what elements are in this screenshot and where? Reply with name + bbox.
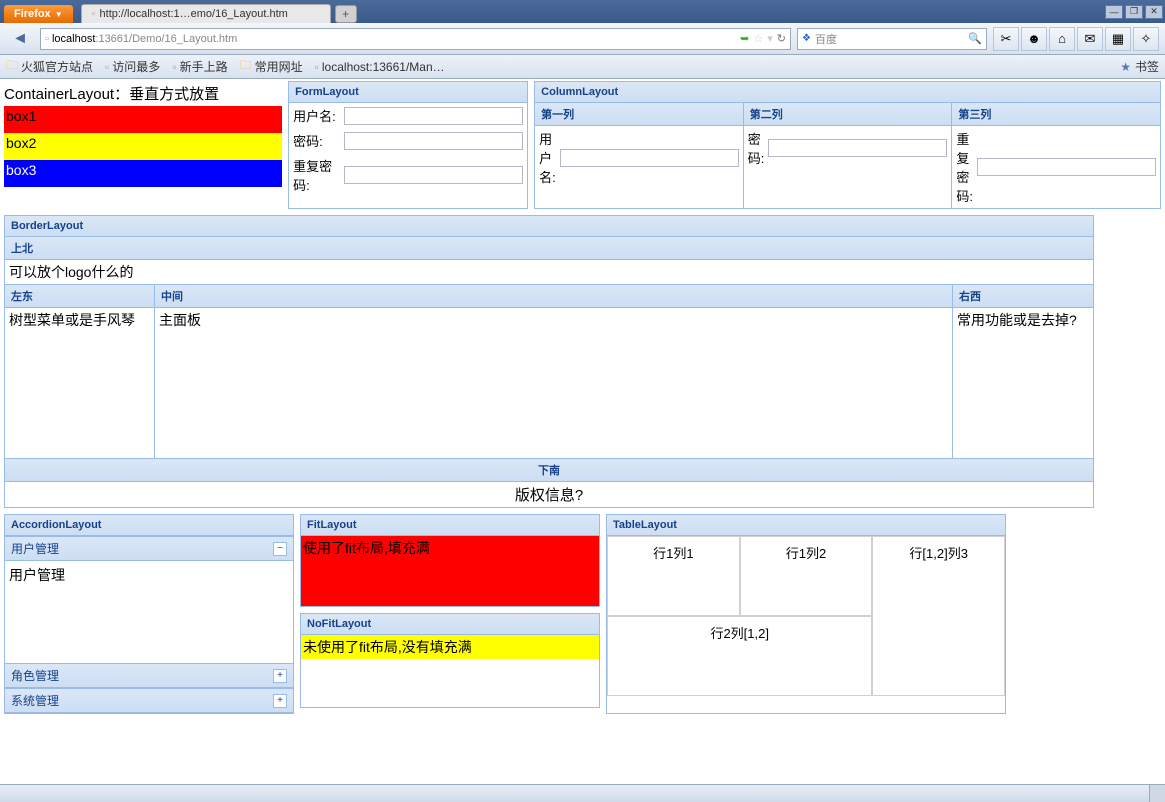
col-repeat-password-input[interactable] (977, 158, 1156, 176)
west-header: 左东 (5, 284, 154, 308)
status-bar (0, 784, 1165, 802)
field-label: 用户名: (293, 106, 340, 125)
collapse-icon[interactable]: − (273, 542, 287, 556)
page-icon: ▫ (315, 60, 319, 74)
page-icon: ▫ (92, 8, 96, 20)
column-header: 第三列 (952, 103, 1160, 126)
col-username-input[interactable] (560, 149, 739, 167)
field-label: 重复密码: (956, 129, 973, 205)
search-icon[interactable]: 🔍 (968, 32, 982, 45)
home-button[interactable]: ⌂ (1049, 27, 1075, 51)
new-tab-button[interactable]: + (335, 5, 357, 23)
minimize-button[interactable]: — (1105, 5, 1123, 19)
accordion-layout-panel: AccordionLayout 用户管理 − 用户管理 角色管理 + 系统管理 … (4, 514, 294, 714)
table-cell: 行1列1 (607, 536, 740, 616)
expand-icon[interactable]: + (273, 669, 287, 683)
scrollbar-corner[interactable] (1149, 785, 1165, 802)
field-label: 重复密码: (293, 156, 340, 194)
bookmark-star-icon[interactable]: ☆ (753, 32, 763, 45)
firefox-menu-button[interactable]: Firefox▼ (4, 5, 73, 23)
table-layout-panel: TableLayout 行1列1 行1列2 行[1,2]列3 行2列[1,2] (606, 514, 1006, 714)
password-input[interactable] (344, 132, 523, 150)
panel-header: ColumnLayout (535, 82, 1160, 103)
nofit-body: 未使用了fit布局,没有填充满 (301, 635, 599, 659)
search-bar[interactable]: ❖ 百度 🔍 (797, 28, 987, 50)
expand-icon[interactable]: + (273, 694, 287, 708)
bookmark-bar: 🗀火狐官方站点 ▫访问最多 ▫新手上路 🗀常用网址 ▫localhost:136… (0, 55, 1165, 79)
bookmark-item[interactable]: ▫访问最多 (105, 58, 160, 75)
column-layout-panel: ColumnLayout 第一列 用户名: 第二列 密码: 第三列 重复密码: (534, 81, 1161, 209)
page-icon: ▫ (105, 60, 109, 74)
panel-header: TableLayout (607, 515, 1005, 536)
table-cell: 行[1,2]列3 (872, 536, 1005, 696)
bookmarks-menu[interactable]: ★书签 (1120, 58, 1159, 75)
nofit-layout-panel: NoFitLayout 未使用了fit布局,没有填充满 (300, 613, 600, 708)
panel-header: BorderLayout (5, 216, 1093, 237)
box-1: box1 (4, 106, 282, 133)
field-label: 用户名: (539, 129, 556, 186)
page-content: ContainerLayout：垂直方式放置 box1 box2 box3 Fo… (0, 79, 1165, 716)
border-layout-panel: BorderLayout 上北 可以放个logo什么的 左东 树型菜单或是手风琴… (4, 215, 1094, 508)
south-content: 版权信息? (5, 482, 1093, 507)
share-icon[interactable]: ➥ (740, 32, 749, 45)
page-icon: ▫ (172, 60, 176, 74)
panel-header: NoFitLayout (301, 614, 599, 635)
table-cell: 行2列[1,2] (607, 616, 872, 696)
addon-button[interactable]: ✧ (1133, 27, 1159, 51)
accordion-item-header[interactable]: 用户管理 − (5, 536, 293, 561)
folder-icon: 🗀 (240, 56, 252, 77)
baidu-icon: ❖ (802, 33, 811, 44)
bookmark-item[interactable]: 🗀火狐官方站点 (6, 56, 93, 77)
container-layout-panel: ContainerLayout：垂直方式放置 box1 box2 box3 (4, 81, 282, 209)
west-content: 树型菜单或是手风琴 (5, 308, 154, 458)
folder-icon: 🗀 (6, 56, 18, 77)
form-layout-panel: FormLayout 用户名: 密码: 重复密码: (288, 81, 528, 209)
page-icon: ▫ (45, 33, 52, 45)
east-content: 常用功能或是去掉? (953, 308, 1093, 458)
mail-button[interactable]: ✉ (1077, 27, 1103, 51)
east-header: 右西 (953, 284, 1093, 308)
accordion-item-header[interactable]: 角色管理 + (5, 663, 293, 688)
panel-header: AccordionLayout (5, 515, 293, 536)
chevron-down-icon: ▼ (55, 10, 63, 19)
field-label: 密码: (293, 131, 340, 150)
center-header: 中间 (155, 284, 952, 308)
username-input[interactable] (344, 107, 523, 125)
center-content: 主面板 (155, 308, 952, 458)
col-password-input[interactable] (768, 139, 947, 157)
browser-tab[interactable]: ▫ http://localhost:1…emo/16_Layout.htm (81, 4, 331, 23)
close-button[interactable]: ✕ (1145, 5, 1163, 19)
bookmark-item[interactable]: ▫localhost:13661/Man… (315, 60, 445, 74)
back-button[interactable]: ◄ (6, 25, 34, 53)
fit-body: 使用了fit布局,填充满 (301, 536, 599, 606)
north-content: 可以放个logo什么的 (5, 260, 1093, 284)
accordion-item-body: 用户管理 (5, 561, 293, 663)
table-cell: 行1列2 (740, 536, 873, 616)
accordion-item-header[interactable]: 系统管理 + (5, 688, 293, 713)
north-header: 上北 (5, 237, 1093, 260)
column-header: 第二列 (744, 103, 952, 126)
apps-button[interactable]: ▦ (1105, 27, 1131, 51)
toolbar-icon-2[interactable]: ☻ (1021, 27, 1047, 51)
toolbar-icon-1[interactable]: ✂ (993, 27, 1019, 51)
restore-button[interactable]: ❐ (1125, 5, 1143, 19)
box-3: box3 (4, 160, 282, 187)
column-header: 第一列 (535, 103, 743, 126)
repeat-password-input[interactable] (344, 166, 523, 184)
browser-navbar: ◄ ▫ localhost:13661/Demo/16_Layout.htm ➥… (0, 23, 1165, 55)
url-bar[interactable]: ▫ localhost:13661/Demo/16_Layout.htm ➥ ☆… (40, 28, 791, 50)
window-titlebar: Firefox▼ ▫ http://localhost:1…emo/16_Lay… (0, 0, 1165, 23)
bookmark-icon: ★ (1120, 60, 1131, 74)
box-2: box2 (4, 133, 282, 160)
bookmark-item[interactable]: 🗀常用网址 (240, 56, 303, 77)
container-layout-title: ContainerLayout：垂直方式放置 (4, 81, 282, 106)
south-header: 下南 (5, 458, 1093, 482)
fit-layout-panel: FitLayout 使用了fit布局,填充满 (300, 514, 600, 607)
bookmark-item[interactable]: ▫新手上路 (172, 58, 227, 75)
panel-header: FormLayout (289, 82, 527, 103)
panel-header: FitLayout (301, 515, 599, 536)
field-label: 密码: (748, 129, 765, 167)
reload-button[interactable]: ↻ (777, 32, 786, 45)
